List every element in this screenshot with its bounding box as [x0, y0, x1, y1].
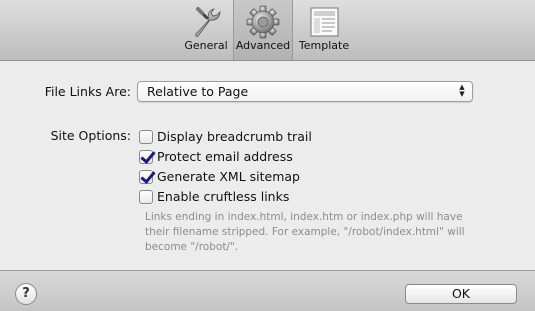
tab-advanced-label: Advanced: [235, 39, 291, 52]
cruftless-help-text: Links ending in index.html, index.htm or…: [145, 211, 465, 253]
select-arrows-icon: ▲ ▼: [459, 83, 465, 98]
checkbox-protect-email[interactable]: [139, 149, 153, 164]
preferences-toolbar: General Advanced Template: [0, 0, 535, 61]
help-button[interactable]: ?: [15, 283, 37, 305]
file-links-label: File Links Are:: [44, 84, 131, 99]
file-links-select[interactable]: Relative to Page ▲ ▼: [137, 81, 473, 102]
tab-general[interactable]: General: [184, 2, 228, 58]
tab-template[interactable]: Template: [297, 2, 351, 58]
checkbox-display-breadcrumb[interactable]: [139, 129, 153, 144]
advanced-settings-pane: File Links Are: Relative to Page ▲ ▼ Site…: [0, 61, 535, 270]
gear-icon: [246, 5, 280, 39]
tab-template-label: Template: [298, 39, 350, 52]
template-icon: [310, 7, 339, 37]
tab-advanced[interactable]: Advanced: [233, 0, 293, 60]
file-links-selected-value: Relative to Page: [147, 84, 249, 99]
checkbox-cruftless-links[interactable]: [139, 189, 153, 204]
option-label: Enable cruftless links: [157, 189, 290, 204]
checkbox-generate-sitemap[interactable]: [139, 169, 153, 184]
tab-general-label: General: [184, 39, 228, 52]
option-cruftless-links[interactable]: Enable cruftless links: [139, 188, 289, 205]
ok-button[interactable]: OK: [405, 284, 517, 304]
option-label: Protect email address: [157, 149, 293, 164]
option-protect-email[interactable]: Protect email address: [139, 148, 293, 165]
option-generate-sitemap[interactable]: Generate XML sitemap: [139, 168, 300, 185]
dialog-footer: ? OK: [0, 270, 535, 311]
option-label: Display breadcrumb trail: [157, 129, 312, 144]
option-label: Generate XML sitemap: [157, 169, 300, 184]
wrench-icon: [195, 7, 221, 37]
site-options-label: Site Options:: [50, 128, 131, 143]
option-display-breadcrumb[interactable]: Display breadcrumb trail: [139, 128, 312, 145]
